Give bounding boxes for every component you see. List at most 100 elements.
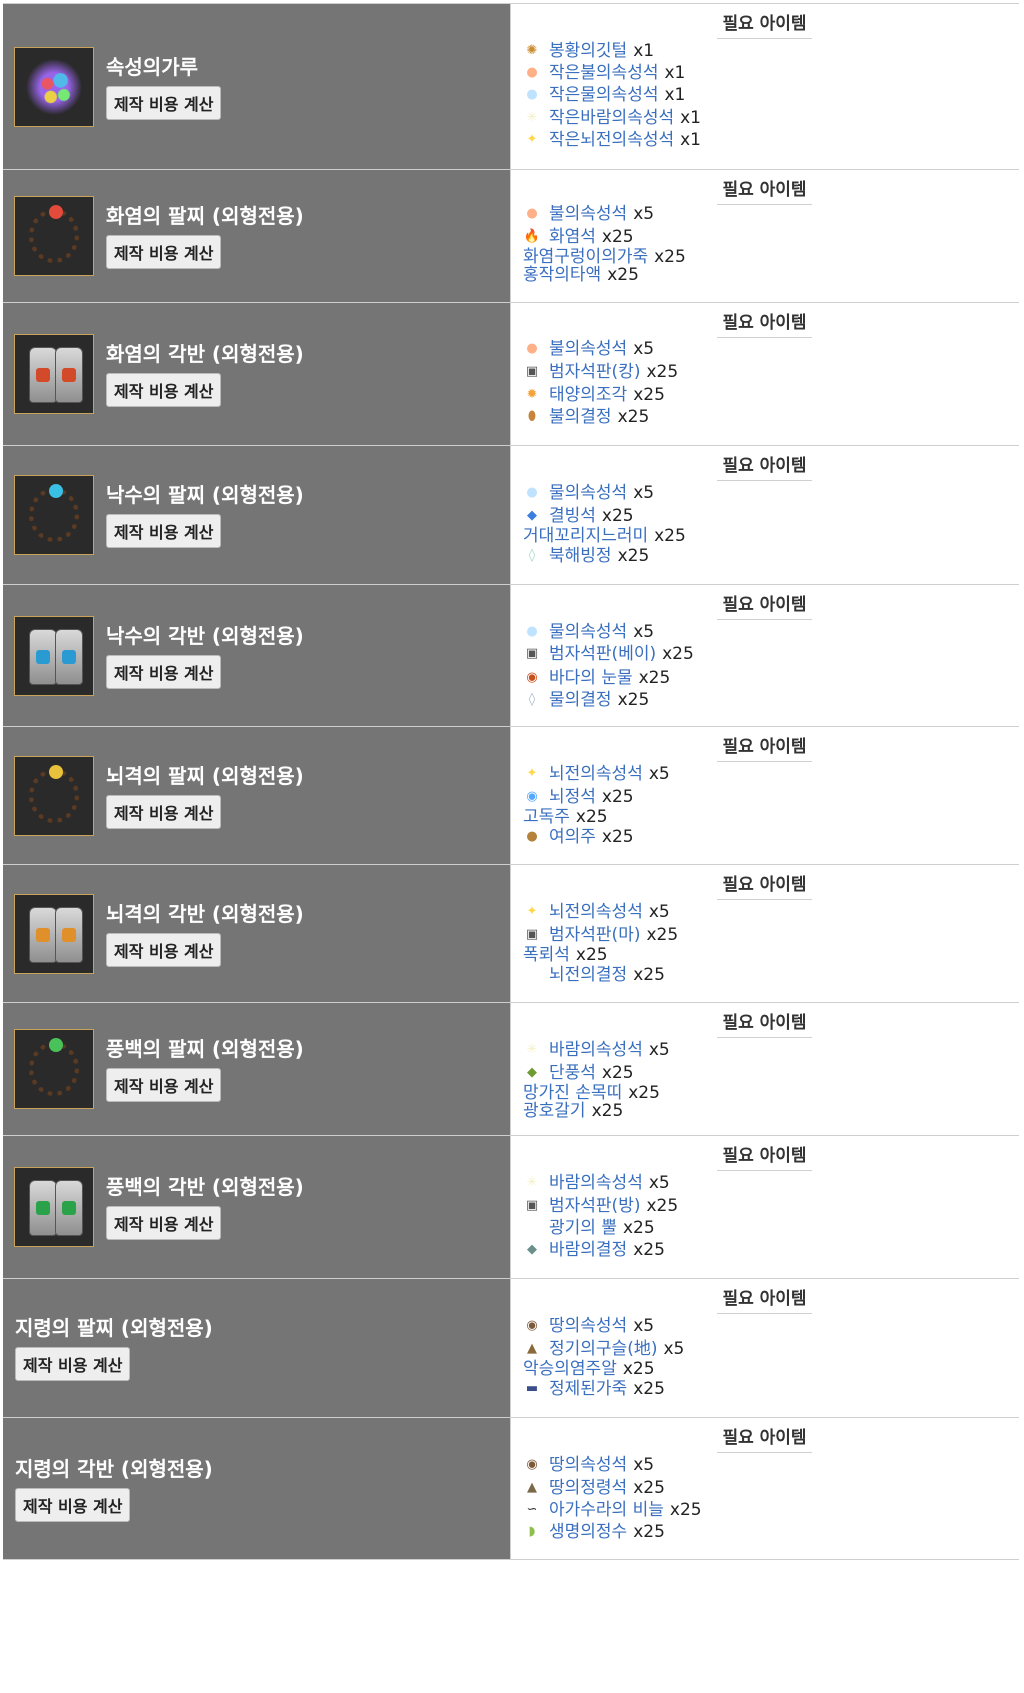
recipe-row: 풍백의 각반 (외형전용) 제작 비용 계산 필요 아이템 ✳ 바람의속성석 x5 ▣ 범자석… (3, 1136, 1019, 1279)
material-link[interactable]: 정제된가죽 (549, 1377, 627, 1401)
item-thumbnail[interactable] (14, 893, 94, 974)
item-info: 낙수의 팔찌 (외형전용) 제작 비용 계산 (106, 482, 304, 548)
material-item: ● 작은물의속성석 x1 (523, 83, 685, 107)
material-link[interactable]: 범자석판(방) (549, 1194, 640, 1218)
material-item: ● 여의주 x25 (523, 825, 633, 849)
item-thumbnail[interactable] (14, 475, 94, 555)
ice-crystal-icon: ◊ (528, 548, 536, 563)
material-link[interactable]: 봉황의깃털 (549, 39, 627, 63)
required-items-cell: 필요 아이템 ● 물의속성석 x5 ◆ 결빙석 x25 거대꼬리지느러미 x25 ◊ 북해빙정 x25 (511, 446, 1019, 584)
item-thumbnail[interactable] (14, 334, 94, 414)
item-thumbnail[interactable] (14, 46, 94, 127)
material-link[interactable]: 홍작의타액 (523, 263, 601, 287)
material-link[interactable]: 바람의속성석 (549, 1038, 643, 1062)
material-link[interactable]: 물의속성석 (549, 481, 627, 505)
calculate-cost-button[interactable]: 제작 비용 계산 (106, 1068, 222, 1102)
item-thumbnail[interactable] (14, 196, 94, 276)
material-item: ✳ 바람의속성석 x5 (523, 1038, 670, 1062)
item-thumbnail[interactable] (14, 615, 94, 696)
required-items-cell: 필요 아이템 ◉ 땅의속성석 x5 ▲ 땅의정령석 x25 ∽ 아가수라의 비늘 x25 ◗ 생명의정… (511, 1418, 1019, 1559)
recipe-item-cell: 풍백의 팔찌 (외형전용) 제작 비용 계산 (3, 1003, 511, 1135)
calculate-cost-button[interactable]: 제작 비용 계산 (106, 794, 222, 829)
material-item: ▣ 범자석판(캉) x25 (523, 360, 678, 384)
lightning-stone-icon: ✦ (526, 766, 538, 781)
material-link[interactable]: 땅의속성석 (549, 1314, 627, 1338)
material-link[interactable]: 뇌전의속성석 (549, 900, 643, 924)
material-link[interactable]: 작은물의속성석 (549, 83, 658, 107)
material-item: ✺ 봉황의깃털 x1 (523, 39, 655, 63)
material-quantity: x25 (617, 690, 650, 710)
material-quantity: x5 (633, 483, 655, 503)
item-thumbnail[interactable] (14, 1167, 94, 1247)
essence-icon: ◗ (528, 1524, 536, 1539)
lightning-stone-icon: ✦ (526, 132, 538, 147)
material-link[interactable]: 작은뇌전의속성석 (549, 128, 674, 152)
material-item: ● 물의속성석 x5 (523, 620, 654, 644)
item-info: 풍백의 팔찌 (외형전용) 제작 비용 계산 (106, 1036, 304, 1102)
material-link[interactable]: 범자석판(베이) (549, 642, 656, 666)
material-link[interactable]: 물의속성석 (549, 620, 627, 644)
material-link[interactable]: 불의결정 (549, 405, 612, 429)
required-items-cell: 필요 아이템 ◉ 땅의속성석 x5 ▲ 정기의구슬(地) x5 악승의염주알 x25 ▬ 정제된가죽… (511, 1279, 1019, 1417)
material-link[interactable]: 뇌전의결정 (549, 963, 627, 987)
material-link[interactable]: 범자석판(캉) (549, 360, 640, 384)
calculate-cost-button[interactable]: 제작 비용 계산 (106, 85, 222, 120)
calculate-cost-button[interactable]: 제작 비용 계산 (15, 1347, 131, 1381)
material-link[interactable]: 불의속성석 (549, 202, 627, 226)
material-link[interactable]: 광호갈기 (523, 1099, 586, 1123)
recipe-item-cell: 화염의 팔찌 (외형전용) 제작 비용 계산 (3, 170, 511, 302)
calculate-cost-button[interactable]: 제작 비용 계산 (106, 654, 222, 689)
material-link[interactable]: 땅의정령석 (549, 1476, 627, 1500)
material-link[interactable]: 아가수라의 비늘 (549, 1498, 664, 1522)
recipe-item-cell: 뇌격의 각반 (외형전용) 제작 비용 계산 (3, 865, 511, 1002)
tear-drop-icon: ◉ (526, 670, 538, 685)
required-items-heading: 필요 아이템 (717, 9, 812, 39)
required-items-heading: 필요 아이템 (717, 175, 812, 205)
material-link[interactable]: 북해빙정 (549, 544, 612, 568)
calculate-cost-button[interactable]: 제작 비용 계산 (106, 373, 222, 407)
material-link[interactable]: 바람의결정 (549, 1238, 627, 1262)
material-link[interactable]: 여의주 (549, 825, 596, 849)
material-item: ● 물의속성석 x5 (523, 481, 654, 505)
material-item: ◊ 북해빙정 x25 (523, 544, 649, 568)
wind-stone-icon: ✳ (526, 1175, 538, 1190)
calculate-cost-button[interactable]: 제작 비용 계산 (106, 235, 222, 269)
item-thumbnail[interactable] (14, 755, 94, 836)
feather-icon: ✺ (526, 43, 538, 58)
lightning-crystal-icon: ⚡ (527, 967, 537, 982)
material-link[interactable]: 물의결정 (549, 688, 612, 712)
material-quantity: x25 (662, 644, 694, 664)
recipe-row: 풍백의 팔찌 (외형전용) 제작 비용 계산 필요 아이템 ✳ 바람의속성석 x5 ◆ 단풍석… (3, 1003, 1019, 1136)
calculate-cost-button[interactable]: 제작 비용 계산 (106, 1206, 222, 1240)
calculate-cost-button[interactable]: 제작 비용 계산 (15, 1487, 131, 1522)
calculate-cost-button[interactable]: 제작 비용 계산 (106, 514, 222, 548)
material-link[interactable]: 작은불의속성석 (549, 61, 658, 85)
horn-icon: 〆 (525, 1220, 539, 1235)
material-link[interactable]: 불의속성석 (549, 337, 627, 361)
leaf-stone-icon: ◆ (527, 1065, 537, 1080)
material-link[interactable]: 생명의정수 (549, 1520, 627, 1544)
leather-icon: ▬ (525, 1381, 539, 1396)
item-name: 뇌격의 팔찌 (외형전용) (106, 763, 304, 788)
required-items-heading: 필요 아이템 (717, 1008, 812, 1038)
material-quantity: x5 (648, 1040, 670, 1060)
earth-spirit-icon: ▲ (527, 1480, 537, 1495)
material-link[interactable]: 바람의속성석 (549, 1171, 643, 1195)
material-link[interactable]: 광기의 뿔 (549, 1216, 617, 1240)
material-quantity: x5 (648, 1173, 670, 1193)
material-item: ▣ 범자석판(방) x25 (523, 1194, 678, 1218)
item-name: 지령의 팔찌 (외형전용) (15, 1316, 213, 1340)
material-link[interactable]: 땅의속성석 (549, 1453, 627, 1477)
material-link[interactable]: 작은바람의속성석 (549, 106, 674, 130)
material-item: 광호갈기 x25 (523, 1099, 623, 1123)
recipe-item-cell: 화염의 각반 (외형전용) 제작 비용 계산 (3, 303, 511, 445)
material-item: ● 작은불의속성석 x1 (523, 61, 685, 85)
material-link[interactable]: 바다의 눈물 (549, 666, 633, 690)
required-items-cell: 필요 아이템 ✦ 뇌전의속성석 x5 ◉ 뇌정석 x25 고독주 x25 ● 여의주 x25 (511, 727, 1019, 864)
item-thumbnail[interactable] (14, 1029, 94, 1109)
recipe-item-cell: 낙수의 팔찌 (외형전용) 제작 비용 계산 (3, 446, 511, 584)
material-link[interactable]: 뇌전의속성석 (549, 762, 643, 786)
calculate-cost-button[interactable]: 제작 비용 계산 (106, 932, 222, 967)
material-item: ✦ 작은뇌전의속성석 x1 (523, 128, 701, 152)
material-link[interactable]: 태양의조각 (549, 383, 627, 407)
